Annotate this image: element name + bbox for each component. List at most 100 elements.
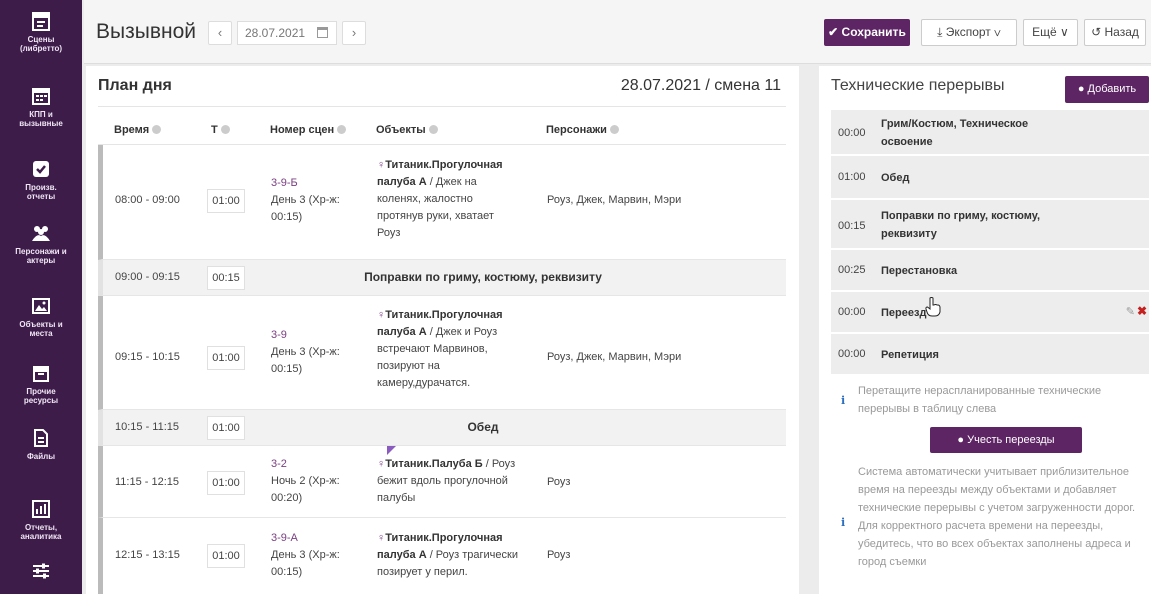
duration-input[interactable]: 01:00 bbox=[207, 189, 245, 213]
break-item[interactable]: 00:00 Переезд ✎ ✖ bbox=[831, 292, 1149, 334]
scene-number[interactable]: 3-9-Б День 3 (Хр-ж: 00:15) bbox=[271, 175, 340, 226]
scene-object: ♀Титаник.Прогулочная палуба А / Роуз траг… bbox=[377, 532, 518, 578]
table-row[interactable]: 09:15 - 10:15 01:00 3-9 День 3 (Хр-ж: 00:1… bbox=[98, 296, 786, 410]
info-icon[interactable] bbox=[220, 125, 230, 134]
table-row[interactable]: 08:00 - 09:00 01:00 3-9-Б День 3 (Хр-ж: 00… bbox=[98, 145, 786, 260]
sidebar-item-label: Произв. отчеты bbox=[25, 183, 57, 201]
plus-icon: ● bbox=[957, 434, 968, 446]
date-value: 28.07.2021 bbox=[245, 26, 306, 40]
table-row[interactable]: 11:15 - 12:15 01:00 3-2 Ночь 2 (Хр-ж: 00:2… bbox=[98, 446, 786, 518]
row-time: 09:00 - 09:15 bbox=[115, 271, 180, 283]
sidebar-item-label: Отчеты, аналитика bbox=[20, 523, 62, 541]
break-time: 00:15 bbox=[838, 220, 866, 232]
more-button[interactable]: Ещё ∨ bbox=[1023, 19, 1078, 46]
sidebar-item-files[interactable]: Файлы bbox=[0, 427, 82, 461]
sidebar-item-locations[interactable]: Объекты и места bbox=[0, 295, 82, 338]
break-label: Обед bbox=[467, 420, 499, 434]
sidebar-item-call-sheets[interactable]: КПП и вызывные bbox=[0, 85, 82, 128]
info-icon[interactable] bbox=[428, 125, 438, 134]
drag-hint: Перетащите нераспланированные технически… bbox=[858, 385, 1102, 415]
sidebar-item-characters[interactable]: Персонажи и актеры bbox=[0, 222, 82, 265]
info-icon: i bbox=[841, 516, 846, 529]
table-row[interactable]: 12:15 - 13:15 01:00 3-9-А День 3 (Хр-ж: 00… bbox=[98, 518, 786, 594]
sidebar-item-label: Персонажи и актеры bbox=[15, 247, 67, 265]
divider bbox=[98, 106, 786, 107]
row-characters: Роуз, Джек, Марвин, Мэри bbox=[547, 194, 682, 206]
row-time: 12:15 - 13:15 bbox=[115, 549, 180, 561]
sidebar-item-reports[interactable]: Произв. отчеты bbox=[0, 158, 82, 201]
prev-date-button[interactable]: ‹ bbox=[208, 21, 232, 45]
account-travel-button[interactable]: ● Учесть переезды bbox=[930, 427, 1082, 453]
col-header-characters[interactable]: Персонажи bbox=[546, 124, 619, 136]
break-item[interactable]: 00:15 Поправки по гриму, костюму, реквизи… bbox=[831, 200, 1149, 250]
checkbox-icon bbox=[33, 161, 49, 177]
row-time: 09:15 - 10:15 bbox=[115, 351, 180, 363]
chart-icon bbox=[32, 500, 50, 518]
sidebar-item-label: Файлы bbox=[26, 452, 56, 461]
save-button[interactable]: ✔ Сохранить bbox=[824, 19, 910, 46]
hand-cursor-icon bbox=[925, 297, 941, 317]
sidebar-item-label: КПП и вызывные bbox=[19, 110, 63, 128]
next-date-button[interactable]: › bbox=[342, 21, 366, 45]
sidebar-item-analytics[interactable]: Отчеты, аналитика bbox=[0, 498, 82, 541]
row-time: 11:15 - 12:15 bbox=[115, 476, 180, 488]
marker-flag bbox=[387, 446, 396, 455]
row-characters: Роуз bbox=[547, 549, 571, 561]
break-name: Перестановка bbox=[881, 265, 958, 277]
pencil-icon[interactable]: ✎ bbox=[1126, 305, 1135, 318]
row-time: 08:00 - 09:00 bbox=[115, 194, 180, 206]
scene-number[interactable]: 3-9 День 3 (Хр-ж: 00:15) bbox=[271, 327, 340, 378]
col-header-scene-no[interactable]: Номер сцен bbox=[270, 124, 347, 136]
break-item[interactable]: 01:00 Обед bbox=[831, 156, 1149, 200]
table-row-break[interactable]: 09:00 - 09:15 00:15 Поправки по гриму, к… bbox=[98, 260, 786, 296]
info-icon[interactable] bbox=[609, 125, 619, 134]
plus-icon: ● bbox=[1077, 83, 1088, 95]
break-name: Поправки по гриму, костюму, реквизиту bbox=[881, 210, 1041, 240]
page-title: Вызывной bbox=[96, 20, 196, 43]
file-icon bbox=[34, 429, 48, 447]
date-input[interactable]: 28.07.2021 bbox=[237, 21, 337, 45]
info-icon[interactable] bbox=[337, 125, 347, 134]
scene-object: ♀Титаник.Прогулочная палуба А / Джек и Ро… bbox=[377, 309, 503, 389]
break-name: Репетиция bbox=[881, 349, 939, 361]
break-time: 00:00 bbox=[838, 306, 866, 318]
duration-input[interactable]: 00:15 bbox=[207, 266, 245, 290]
table-row-break[interactable]: 10:15 - 11:15 01:00 Обед bbox=[98, 410, 786, 446]
sidebar-item-settings[interactable] bbox=[0, 560, 82, 582]
break-item[interactable]: 00:00 Грим/Костюм, Техническое освоение bbox=[831, 110, 1149, 156]
technical-breaks-panel: Технические перерывы ● Добавить 00:00 Гр… bbox=[819, 66, 1151, 594]
scene-object: ♀Титаник.Прогулочная палуба А / Джек на ко… bbox=[377, 159, 503, 239]
break-time: 00:00 bbox=[838, 348, 866, 360]
duration-input[interactable]: 01:00 bbox=[207, 544, 245, 568]
sidebar-item-label: Сцены (либретто) bbox=[19, 35, 63, 53]
scene-number[interactable]: 3-2 Ночь 2 (Хр-ж: 00:20) bbox=[271, 456, 340, 507]
break-time: 00:25 bbox=[838, 264, 866, 276]
break-item[interactable]: 00:25 Перестановка bbox=[831, 250, 1149, 292]
break-item[interactable]: 00:00 Репетиция bbox=[831, 334, 1149, 376]
scene-number[interactable]: 3-9-А День 3 (Хр-ж: 00:15) bbox=[271, 530, 340, 581]
calendar-icon bbox=[32, 88, 50, 105]
calendar-icon[interactable] bbox=[317, 27, 328, 38]
duration-input[interactable]: 01:00 bbox=[207, 471, 245, 495]
plan-title: План дня bbox=[98, 77, 172, 94]
col-header-objects[interactable]: Объекты bbox=[376, 124, 438, 136]
col-header-t[interactable]: Т bbox=[211, 124, 230, 136]
break-label: Поправки по гриму, костюму, реквизиту bbox=[364, 270, 602, 284]
people-icon bbox=[32, 226, 50, 241]
delete-icon[interactable]: ✖ bbox=[1137, 304, 1147, 318]
travel-note: Система автоматически учитывает приблизи… bbox=[858, 466, 1136, 568]
sidebar-item-resources[interactable]: Прочие ресурсы bbox=[0, 362, 82, 405]
add-break-button[interactable]: ● Добавить bbox=[1065, 76, 1149, 103]
duration-input[interactable]: 01:00 bbox=[207, 416, 245, 440]
break-name: Обед bbox=[881, 172, 910, 184]
top-bar: Вызывной ‹ 28.07.2021 › ✔ Сохранить ⤓ Эк… bbox=[84, 0, 1151, 64]
back-button[interactable]: ↺ Назад bbox=[1084, 19, 1146, 46]
duration-input[interactable]: 01:00 bbox=[207, 346, 245, 370]
day-plan-panel: План дня 28.07.2021 / смена 11 Время Т Н… bbox=[86, 66, 799, 594]
sidebar-item-scenes[interactable]: Сцены (либретто) bbox=[0, 10, 82, 53]
info-icon[interactable] bbox=[152, 125, 162, 134]
info-icon: i bbox=[841, 394, 846, 407]
export-button[interactable]: ⤓ Экспорт ∨ bbox=[921, 19, 1017, 46]
col-header-time[interactable]: Время bbox=[114, 124, 162, 136]
break-name: Переезд bbox=[881, 307, 927, 319]
